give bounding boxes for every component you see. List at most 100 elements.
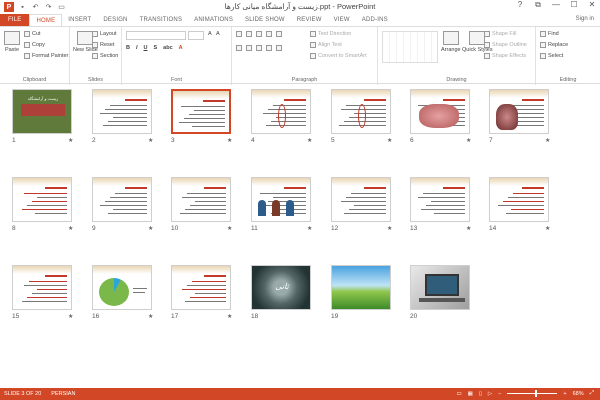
slide-thumbnail[interactable]: [92, 265, 152, 310]
transition-star-icon[interactable]: ★: [68, 313, 73, 320]
section-button[interactable]: Section: [92, 53, 118, 59]
cut-button[interactable]: Cut: [24, 31, 41, 37]
font-color-icon[interactable]: A: [179, 45, 183, 51]
italic-icon[interactable]: I: [136, 45, 138, 51]
slide-thumbnail[interactable]: زیست و آرامشگاه: [12, 89, 72, 134]
line-spacing-icon[interactable]: [276, 31, 282, 37]
zoom-slider[interactable]: [507, 390, 558, 397]
font-size-dropdown[interactable]: [188, 31, 204, 40]
shadow-icon[interactable]: S: [154, 45, 158, 51]
close-button[interactable]: ✕: [586, 0, 598, 10]
help-icon[interactable]: ?: [514, 0, 526, 10]
arrange-button[interactable]: Arrange: [441, 31, 461, 53]
convert-smartart-button[interactable]: Convert to SmartArt: [310, 53, 367, 59]
tab-view[interactable]: VIEW: [328, 14, 356, 26]
slide-thumbnail[interactable]: [489, 89, 549, 134]
numbering-icon[interactable]: [246, 31, 252, 37]
slide-thumbnail[interactable]: [331, 89, 391, 134]
shape-outline-button[interactable]: Shape Outline: [484, 42, 527, 48]
format-painter-button[interactable]: Format Painter: [24, 53, 68, 59]
tab-transitions[interactable]: TRANSITIONS: [134, 14, 189, 26]
decrease-indent-icon[interactable]: [256, 31, 262, 37]
slide-thumbnail[interactable]: [171, 265, 231, 310]
tab-insert[interactable]: INSERT: [62, 14, 97, 26]
columns-icon[interactable]: [276, 45, 282, 51]
transition-star-icon[interactable]: ★: [148, 313, 153, 320]
bullets-icon[interactable]: [236, 31, 242, 37]
increase-indent-icon[interactable]: [266, 31, 272, 37]
layout-button[interactable]: Layout: [92, 31, 117, 37]
transition-star-icon[interactable]: ★: [227, 225, 232, 232]
transition-star-icon[interactable]: ★: [466, 137, 471, 144]
strikethrough-icon[interactable]: abc: [163, 45, 172, 51]
shape-effects-button[interactable]: Shape Effects: [484, 53, 526, 59]
sign-in-link[interactable]: Sign in: [576, 16, 594, 22]
slide-thumbnail[interactable]: [489, 177, 549, 222]
zoom-in-icon[interactable]: +: [563, 391, 566, 397]
align-left-icon[interactable]: [236, 45, 242, 51]
copy-button[interactable]: Copy: [24, 42, 45, 48]
tab-slide-show[interactable]: SLIDE SHOW: [239, 14, 291, 26]
find-button[interactable]: Find: [540, 31, 559, 37]
transition-star-icon[interactable]: ★: [387, 137, 392, 144]
slide-thumbnail[interactable]: [171, 177, 231, 222]
shapes-gallery[interactable]: [382, 31, 438, 63]
slide-thumbnail[interactable]: [331, 265, 391, 310]
reading-view-icon[interactable]: ▯: [479, 391, 482, 397]
font-name-dropdown[interactable]: [126, 31, 186, 40]
transition-star-icon[interactable]: ★: [227, 313, 232, 320]
ribbon-display-icon[interactable]: ⧉: [532, 0, 544, 10]
tab-file[interactable]: FILE: [0, 14, 30, 26]
transition-star-icon[interactable]: ★: [545, 225, 550, 232]
slide-thumbnail[interactable]: [251, 89, 311, 134]
zoom-level[interactable]: 68%: [573, 391, 584, 397]
slide-thumbnail[interactable]: [12, 177, 72, 222]
slide-thumbnail[interactable]: [410, 265, 470, 310]
tab-animations[interactable]: ANIMATIONS: [188, 14, 239, 26]
normal-view-icon[interactable]: ▭: [456, 391, 461, 397]
tab-design[interactable]: DESIGN: [97, 14, 133, 26]
slide-thumbnail[interactable]: [331, 177, 391, 222]
transition-star-icon[interactable]: ★: [148, 225, 153, 232]
maximize-button[interactable]: ☐: [568, 0, 580, 10]
slideshow-view-icon[interactable]: ▷: [488, 391, 492, 397]
transition-star-icon[interactable]: ★: [68, 137, 73, 144]
grow-font-icon[interactable]: A: [208, 31, 212, 37]
tab-add-ins[interactable]: ADD-INS: [356, 14, 394, 26]
language-indicator[interactable]: PERSIAN: [51, 391, 75, 397]
shrink-font-icon[interactable]: A: [216, 31, 220, 37]
shape-fill-button[interactable]: Shape Fill: [484, 31, 516, 37]
slide-thumbnail[interactable]: [410, 89, 470, 134]
text-direction-button[interactable]: Text Direction: [310, 31, 351, 37]
transition-star-icon[interactable]: ★: [307, 137, 312, 144]
slide-thumbnail[interactable]: [92, 89, 152, 134]
align-text-button[interactable]: Align Text: [310, 42, 342, 48]
transition-star-icon[interactable]: ★: [68, 225, 73, 232]
transition-star-icon[interactable]: ★: [387, 225, 392, 232]
slide-thumbnail[interactable]: [410, 177, 470, 222]
bold-icon[interactable]: B: [126, 45, 130, 51]
transition-star-icon[interactable]: ★: [307, 225, 312, 232]
fit-to-window-icon[interactable]: ⤢: [590, 390, 594, 397]
transition-star-icon[interactable]: ★: [227, 137, 232, 144]
slide-thumbnail[interactable]: [12, 265, 72, 310]
slide-sorter-view-icon[interactable]: ▦: [468, 391, 473, 397]
slide-thumbnail[interactable]: [92, 177, 152, 222]
paste-button[interactable]: Paste: [4, 31, 20, 53]
tab-home[interactable]: HOME: [29, 14, 63, 26]
minimize-button[interactable]: —: [550, 0, 562, 10]
transition-star-icon[interactable]: ★: [545, 137, 550, 144]
align-right-icon[interactable]: [256, 45, 262, 51]
slide-thumbnail[interactable]: [171, 89, 231, 134]
tab-review[interactable]: REVIEW: [291, 14, 328, 26]
slide-thumbnail[interactable]: [251, 177, 311, 222]
transition-star-icon[interactable]: ★: [148, 137, 153, 144]
zoom-out-icon[interactable]: −: [498, 391, 501, 397]
underline-icon[interactable]: U: [144, 45, 148, 51]
align-center-icon[interactable]: [246, 45, 252, 51]
reset-button[interactable]: Reset: [92, 42, 114, 48]
slide-thumbnail[interactable]: ثانی: [251, 265, 311, 310]
justify-icon[interactable]: [266, 45, 272, 51]
transition-star-icon[interactable]: ★: [466, 225, 471, 232]
replace-button[interactable]: Replace: [540, 42, 568, 48]
